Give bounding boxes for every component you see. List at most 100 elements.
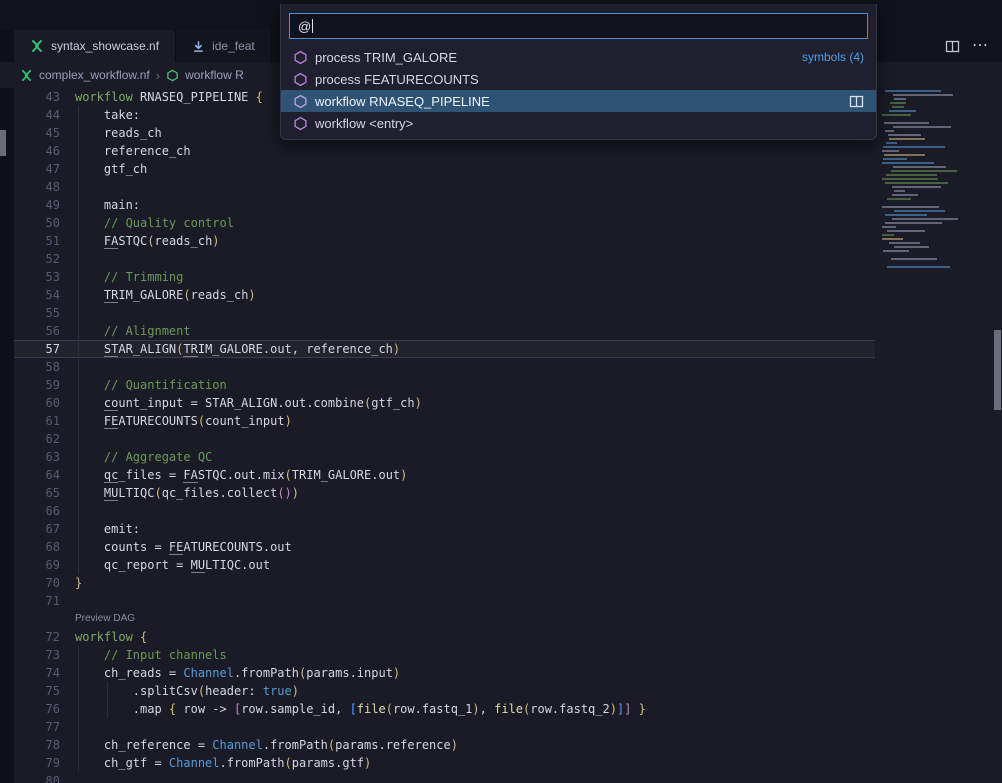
code-line[interactable]: 60 count_input = STAR_ALIGN.out.combine(… (14, 394, 875, 412)
line-number[interactable]: 68 (14, 538, 75, 556)
code-line[interactable]: 80 (14, 772, 875, 783)
codelens-preview-dag[interactable]: Preview DAG (75, 610, 135, 628)
code-text[interactable]: workflow RNASEQ_PIPELINE { (75, 88, 263, 106)
line-number[interactable]: 78 (14, 736, 75, 754)
code-text[interactable]: .splitCsv(header: true) (75, 682, 299, 700)
code-text[interactable]: qc_report = MULTIQC.out (75, 556, 270, 574)
code-line[interactable]: 73 // Input channels (14, 646, 875, 664)
code-line[interactable]: 51 FASTQC(reads_ch) (14, 232, 875, 250)
line-number[interactable]: 46 (14, 142, 75, 160)
quickpick-item[interactable]: process FEATURECOUNTS (281, 68, 876, 90)
code-line[interactable]: 77 (14, 718, 875, 736)
code-text[interactable]: TRIM_GALORE(reads_ch) (75, 286, 256, 304)
line-number[interactable]: 58 (14, 358, 75, 376)
line-number[interactable]: 54 (14, 286, 75, 304)
code-text[interactable]: ch_reference = Channel.fromPath(params.r… (75, 736, 458, 754)
code-line[interactable]: 54 TRIM_GALORE(reads_ch) (14, 286, 875, 304)
scrollbar-thumb[interactable] (994, 330, 1001, 410)
code-line[interactable]: 46 reference_ch (14, 142, 875, 160)
line-number[interactable]: 57 (14, 340, 75, 358)
line-number[interactable]: 44 (14, 106, 75, 124)
line-number[interactable]: 69 (14, 556, 75, 574)
line-number[interactable]: 67 (14, 520, 75, 538)
code-line[interactable]: 69 qc_report = MULTIQC.out (14, 556, 875, 574)
line-number[interactable]: 50 (14, 214, 75, 232)
code-text[interactable]: // Aggregate QC (75, 448, 212, 466)
line-number[interactable]: 80 (14, 772, 75, 783)
code-text[interactable]: FASTQC(reads_ch) (75, 232, 220, 250)
line-number[interactable] (14, 610, 75, 628)
breadcrumb-symbol[interactable]: workflow R (185, 68, 244, 82)
quickpick-item-selected[interactable]: workflow RNASEQ_PIPELINE (281, 90, 876, 112)
line-number[interactable]: 71 (14, 592, 75, 610)
code-line[interactable]: 67 emit: (14, 520, 875, 538)
code-text[interactable]: FEATURECOUNTS(count_input) (75, 412, 292, 430)
code-line[interactable]: 50 // Quality control (14, 214, 875, 232)
code-line[interactable]: 61 FEATURECOUNTS(count_input) (14, 412, 875, 430)
line-number[interactable]: 51 (14, 232, 75, 250)
code-line[interactable]: 71 (14, 592, 875, 610)
code-line[interactable]: 48 (14, 178, 875, 196)
quickpick-input[interactable]: @ (289, 13, 868, 39)
tab-ide-feat[interactable]: ide_feat (176, 30, 272, 62)
code-line[interactable]: 62 (14, 430, 875, 448)
line-number[interactable]: 43 (14, 88, 75, 106)
line-number[interactable]: 59 (14, 376, 75, 394)
line-number[interactable]: 75 (14, 682, 75, 700)
code-text[interactable]: workflow { (75, 628, 147, 646)
code-line[interactable]: 76 .map { row -> [row.sample_id, [file(r… (14, 700, 875, 718)
more-actions-icon[interactable]: ⋯ (972, 38, 988, 54)
code-text[interactable]: STAR_ALIGN(TRIM_GALORE.out, reference_ch… (75, 340, 400, 358)
codelens-row[interactable]: Preview DAG (14, 610, 875, 628)
code-line[interactable]: 74 ch_reads = Channel.fromPath(params.in… (14, 664, 875, 682)
code-text[interactable]: counts = FEATURECOUNTS.out (75, 538, 292, 556)
code-text[interactable]: emit: (75, 520, 140, 538)
open-to-side-icon[interactable] (849, 95, 864, 108)
line-number[interactable]: 55 (14, 304, 75, 322)
line-number[interactable]: 60 (14, 394, 75, 412)
line-number[interactable]: 49 (14, 196, 75, 214)
code-text[interactable]: count_input = STAR_ALIGN.out.combine(gtf… (75, 394, 422, 412)
code-line[interactable]: 53 // Trimming (14, 268, 875, 286)
code-text[interactable]: reference_ch (75, 142, 191, 160)
line-number[interactable]: 56 (14, 322, 75, 340)
line-number[interactable]: 53 (14, 268, 75, 286)
code-line[interactable]: 72workflow { (14, 628, 875, 646)
line-number[interactable]: 61 (14, 412, 75, 430)
code-text[interactable]: qc_files = FASTQC.out.mix(TRIM_GALORE.ou… (75, 466, 407, 484)
line-number[interactable]: 65 (14, 484, 75, 502)
code-line[interactable]: 52 (14, 250, 875, 268)
line-number[interactable]: 47 (14, 160, 75, 178)
line-number[interactable]: 70 (14, 574, 75, 592)
code-line[interactable]: 47 gtf_ch (14, 160, 875, 178)
code-text[interactable]: MULTIQC(qc_files.collect()) (75, 484, 299, 502)
line-number[interactable]: 72 (14, 628, 75, 646)
code-text[interactable]: main: (75, 196, 140, 214)
code-line[interactable]: 78 ch_reference = Channel.fromPath(param… (14, 736, 875, 754)
code-text[interactable]: // Trimming (75, 268, 183, 286)
code-line[interactable]: 65 MULTIQC(qc_files.collect()) (14, 484, 875, 502)
line-number[interactable]: 76 (14, 700, 75, 718)
breadcrumb-file[interactable]: complex_workflow.nf (39, 68, 150, 82)
code-line[interactable]: 75 .splitCsv(header: true) (14, 682, 875, 700)
code-text[interactable]: // Input channels (75, 646, 227, 664)
code-text[interactable]: gtf_ch (75, 160, 147, 178)
code-line[interactable]: 70} (14, 574, 875, 592)
code-line[interactable]: 59 // Quantification (14, 376, 875, 394)
code-line[interactable]: 56 // Alignment (14, 322, 875, 340)
quickpick-item[interactable]: workflow <entry> (281, 112, 876, 134)
quickpick-item[interactable]: process TRIM_GALORE symbols (4) (281, 46, 876, 68)
line-number[interactable]: 74 (14, 664, 75, 682)
line-number[interactable]: 52 (14, 250, 75, 268)
line-number[interactable]: 63 (14, 448, 75, 466)
tab-syntax-showcase[interactable]: syntax_showcase.nf (14, 30, 176, 62)
code-line[interactable]: 79 ch_gtf = Channel.fromPath(params.gtf) (14, 754, 875, 772)
code-line[interactable]: 57 STAR_ALIGN(TRIM_GALORE.out, reference… (14, 340, 875, 358)
code-line[interactable]: 64 qc_files = FASTQC.out.mix(TRIM_GALORE… (14, 466, 875, 484)
code-text[interactable]: reads_ch (75, 124, 162, 142)
code-text[interactable]: .map { row -> [row.sample_id, [file(row.… (75, 700, 646, 718)
code-text[interactable]: // Quantification (75, 376, 227, 394)
code-text[interactable]: take: (75, 106, 140, 124)
line-number[interactable]: 64 (14, 466, 75, 484)
line-number[interactable]: 77 (14, 718, 75, 736)
